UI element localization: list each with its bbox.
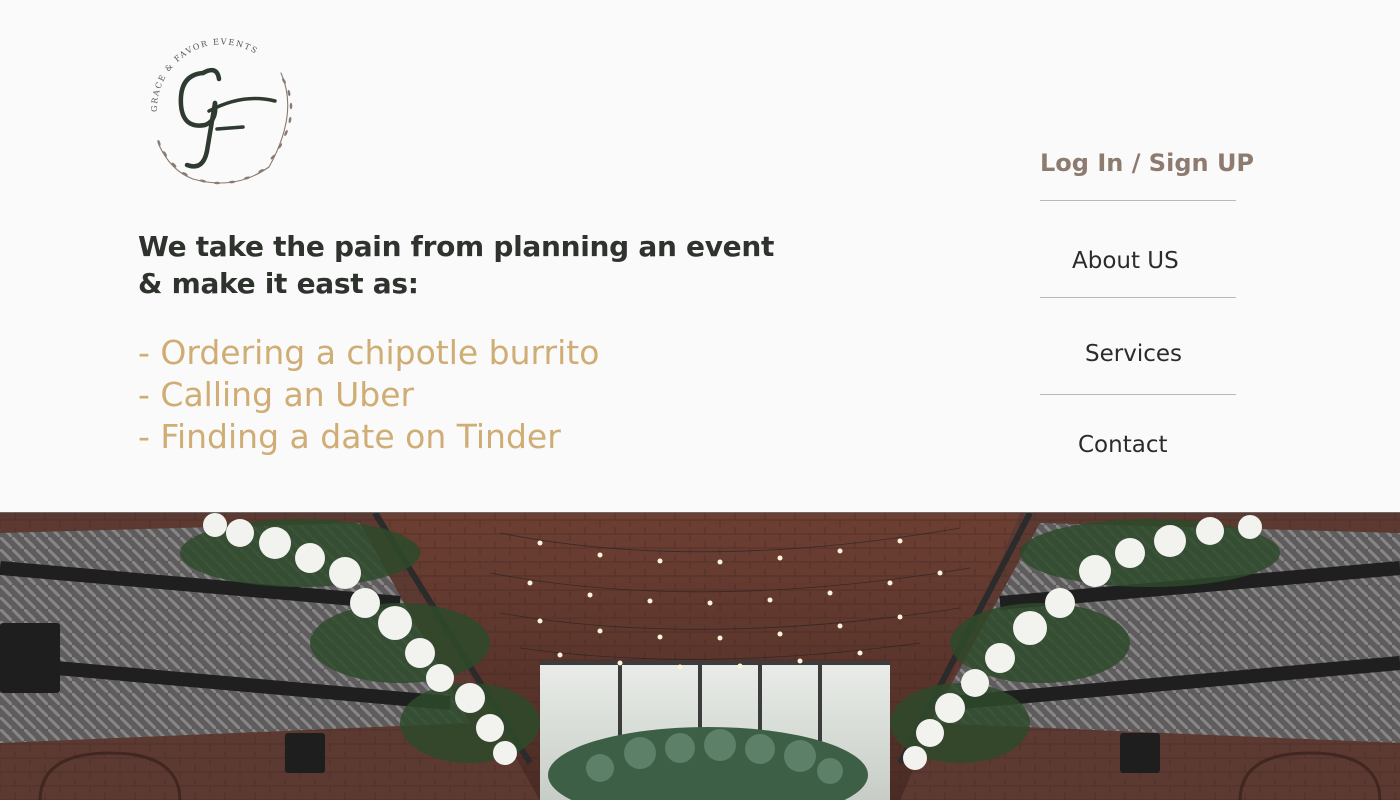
landing-page: GRACE & FAVOR EVENTS We take the pain fr… (0, 0, 1400, 800)
event-venue-photo (0, 512, 1400, 800)
grace-favor-monogram-logo-icon: GRACE & FAVOR EVENTS (150, 37, 293, 185)
benefit-item: - Finding a date on Tinder (138, 417, 561, 456)
login-signup-link[interactable]: Log In / Sign UP (1040, 126, 1254, 201)
venue-image (0, 513, 1400, 800)
hero-headline: We take the pain from planning an event … (138, 228, 838, 302)
nav-item-contact[interactable]: Contact (1040, 395, 1236, 491)
benefit-item: - Calling an Uber (138, 375, 415, 414)
benefit-item: - Ordering a chipotle burrito (138, 333, 600, 372)
brand-logo[interactable]: GRACE & FAVOR EVENTS (143, 33, 301, 191)
headline-line-2: & make it east as: (138, 267, 419, 300)
benefit-list: - Ordering a chipotle burrito - Calling … (138, 332, 599, 458)
nav-item-services[interactable]: Services (1040, 298, 1236, 395)
headline-line-1: We take the pain from planning an event (138, 230, 775, 263)
main-nav: Log In / Sign UP About US Services Conta… (1040, 126, 1254, 491)
nav-item-about[interactable]: About US (1040, 201, 1236, 298)
